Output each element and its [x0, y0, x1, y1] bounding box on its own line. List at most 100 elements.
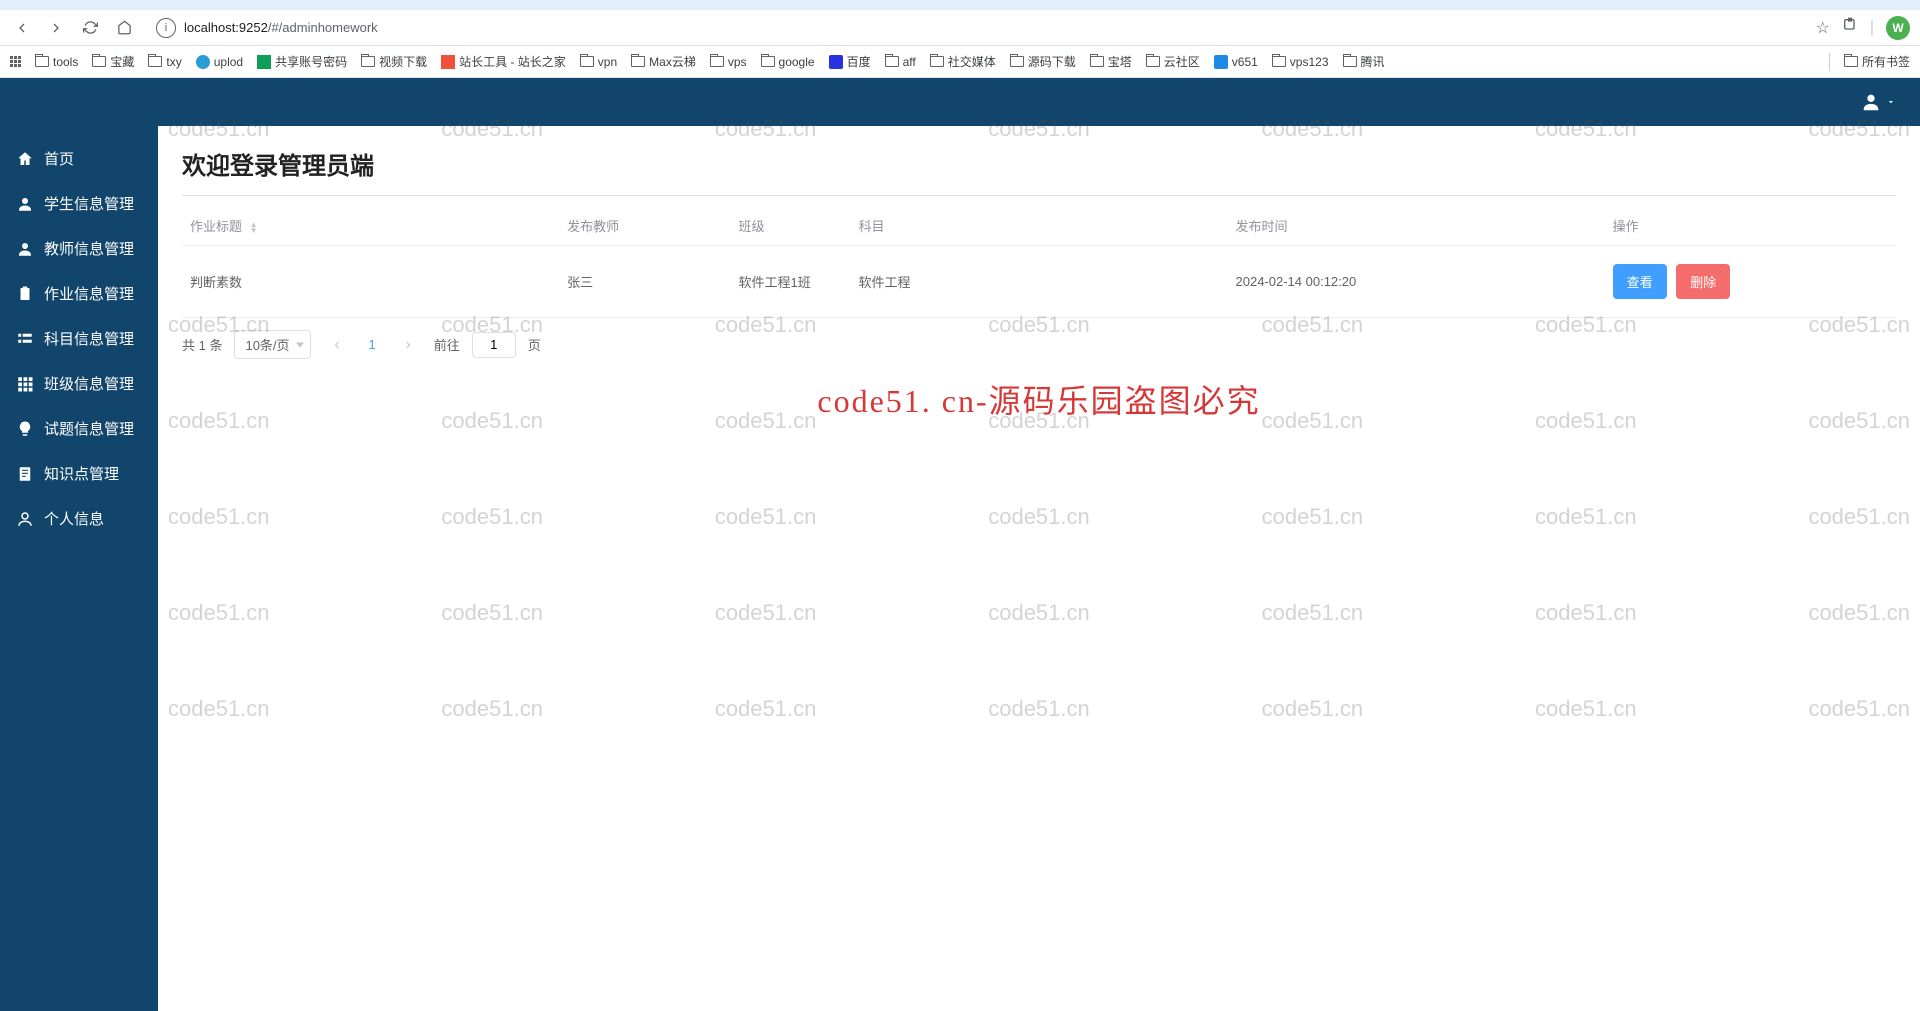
jump-page-input[interactable]	[472, 332, 516, 358]
sheet-icon	[257, 55, 271, 69]
reload-button[interactable]	[78, 16, 102, 40]
user-menu[interactable]	[1860, 91, 1896, 113]
address-bar[interactable]: i localhost:9252/#/adminhomework	[146, 14, 1806, 42]
folder-icon	[1146, 56, 1160, 67]
view-button[interactable]: 查看	[1613, 264, 1667, 299]
bookmark-item[interactable]: 百度	[829, 53, 871, 70]
all-bookmarks-button[interactable]: 所有书签	[1844, 53, 1910, 70]
cell-actions: 查看 删除	[1605, 246, 1896, 318]
delete-button[interactable]: 删除	[1676, 264, 1730, 299]
folder-icon	[1272, 56, 1286, 67]
sidebar-label: 学生信息管理	[44, 193, 134, 214]
sidebar-item-teacher[interactable]: 教师信息管理	[0, 226, 158, 271]
v651-icon	[1214, 55, 1228, 69]
list-icon	[16, 330, 34, 348]
user-icon	[16, 240, 34, 258]
sidebar-item-home[interactable]: 首页	[0, 136, 158, 181]
th-title[interactable]: 作业标题 ▲▼	[182, 206, 559, 246]
bookmark-item[interactable]: vps123	[1272, 55, 1329, 69]
folder-icon	[1844, 56, 1858, 67]
folder-icon	[885, 56, 899, 67]
page-size-select[interactable]: 10条/页	[234, 330, 310, 359]
th-actions: 操作	[1605, 206, 1896, 246]
profile-avatar[interactable]: W	[1886, 16, 1910, 40]
bulb-icon	[16, 420, 34, 438]
sidebar-label: 首页	[44, 148, 74, 169]
cell-time: 2024-02-14 00:12:20	[1228, 246, 1605, 318]
folder-icon	[631, 56, 645, 67]
sidebar-item-homework[interactable]: 作业信息管理	[0, 271, 158, 316]
bookmark-item[interactable]: 腾讯	[1343, 53, 1385, 70]
bookmark-item[interactable]: vpn	[580, 55, 617, 69]
folder-icon	[1343, 56, 1357, 67]
app-header	[0, 78, 1920, 126]
sidebar-item-class[interactable]: 班级信息管理	[0, 361, 158, 406]
bookmark-item[interactable]: Max云梯	[631, 53, 696, 70]
extensions-icon[interactable]	[1842, 17, 1858, 38]
next-page-button[interactable]	[394, 331, 422, 359]
sidebar-item-student[interactable]: 学生信息管理	[0, 181, 158, 226]
watermark-center: code51. cn-源码乐园盗图必究	[817, 376, 1260, 422]
bookmark-item[interactable]: 宝塔	[1090, 53, 1132, 70]
person-icon	[1860, 91, 1882, 113]
bookmark-item[interactable]: 社交媒体	[930, 53, 996, 70]
th-time: 发布时间	[1228, 206, 1605, 246]
back-button[interactable]	[10, 16, 34, 40]
folder-icon	[1090, 56, 1104, 67]
folder-icon	[361, 56, 375, 67]
sidebar-label: 试题信息管理	[44, 418, 134, 439]
person-outline-icon	[16, 510, 34, 528]
bookmarks-divider	[1829, 53, 1830, 71]
bookmark-item[interactable]: 视频下载	[361, 53, 427, 70]
folder-icon	[1010, 56, 1024, 67]
folder-icon	[35, 56, 49, 67]
bookmark-item[interactable]: 源码下载	[1010, 53, 1076, 70]
browser-tab-strip	[0, 0, 1920, 10]
sidebar-item-subject[interactable]: 科目信息管理	[0, 316, 158, 361]
site-info-icon[interactable]: i	[156, 18, 176, 38]
bookmark-item[interactable]: vps	[710, 55, 747, 69]
folder-icon	[930, 56, 944, 67]
bookmark-item[interactable]: v651	[1214, 55, 1258, 69]
uplod-icon	[196, 55, 210, 69]
bookmark-star-icon[interactable]: ☆	[1816, 18, 1830, 38]
jump-suffix: 页	[528, 335, 541, 354]
sidebar: 首页 学生信息管理 教师信息管理 作业信息管理 科目信息管理 班级信息管理 试题…	[0, 126, 158, 1011]
bookmark-item[interactable]: 宝藏	[92, 53, 134, 70]
sort-icon[interactable]: ▲▼	[250, 222, 258, 234]
bookmark-item[interactable]: tools	[35, 55, 78, 69]
folder-icon	[580, 56, 594, 67]
bookmark-item[interactable]: 站长工具 - 站长之家	[441, 53, 566, 70]
bookmark-item[interactable]: txy	[148, 55, 181, 69]
main-content: 欢迎登录管理员端 作业标题 ▲▼ 发布教师 班级 科目 发布时间 操作 判断素数	[158, 126, 1920, 1011]
th-class: 班级	[730, 206, 850, 246]
home-button[interactable]	[112, 16, 136, 40]
sidebar-label: 个人信息	[44, 508, 104, 529]
apps-button[interactable]	[10, 56, 21, 67]
sidebar-item-question[interactable]: 试题信息管理	[0, 406, 158, 451]
bookmark-item[interactable]: aff	[885, 55, 916, 69]
bookmark-item[interactable]: google	[761, 55, 815, 69]
pagination: 共 1 条 10条/页 1 前往 页	[182, 330, 1896, 359]
prev-page-button[interactable]	[323, 331, 351, 359]
cell-class: 软件工程1班	[730, 246, 850, 318]
sidebar-label: 班级信息管理	[44, 373, 134, 394]
forward-button[interactable]	[44, 16, 68, 40]
folder-icon	[148, 56, 162, 67]
chinaz-icon	[441, 55, 455, 69]
clipboard-icon	[16, 285, 34, 303]
bookmark-item[interactable]: 云社区	[1146, 53, 1200, 70]
sidebar-label: 科目信息管理	[44, 328, 134, 349]
homework-table: 作业标题 ▲▼ 发布教师 班级 科目 发布时间 操作 判断素数 张三 软件工程1…	[182, 206, 1896, 318]
chevron-down-icon	[1886, 97, 1896, 107]
bookmarks-bar: tools 宝藏 txy uplod 共享账号密码 视频下载 站长工具 - 站长…	[0, 46, 1920, 78]
bookmark-item[interactable]: uplod	[196, 55, 243, 69]
sidebar-item-profile[interactable]: 个人信息	[0, 496, 158, 541]
baidu-icon	[829, 55, 843, 69]
sidebar-label: 作业信息管理	[44, 283, 134, 304]
bookmark-item[interactable]: 共享账号密码	[257, 53, 347, 70]
jump-prefix: 前往	[434, 335, 460, 354]
folder-icon	[761, 56, 775, 67]
page-number[interactable]: 1	[363, 337, 382, 352]
sidebar-item-knowledge[interactable]: 知识点管理	[0, 451, 158, 496]
